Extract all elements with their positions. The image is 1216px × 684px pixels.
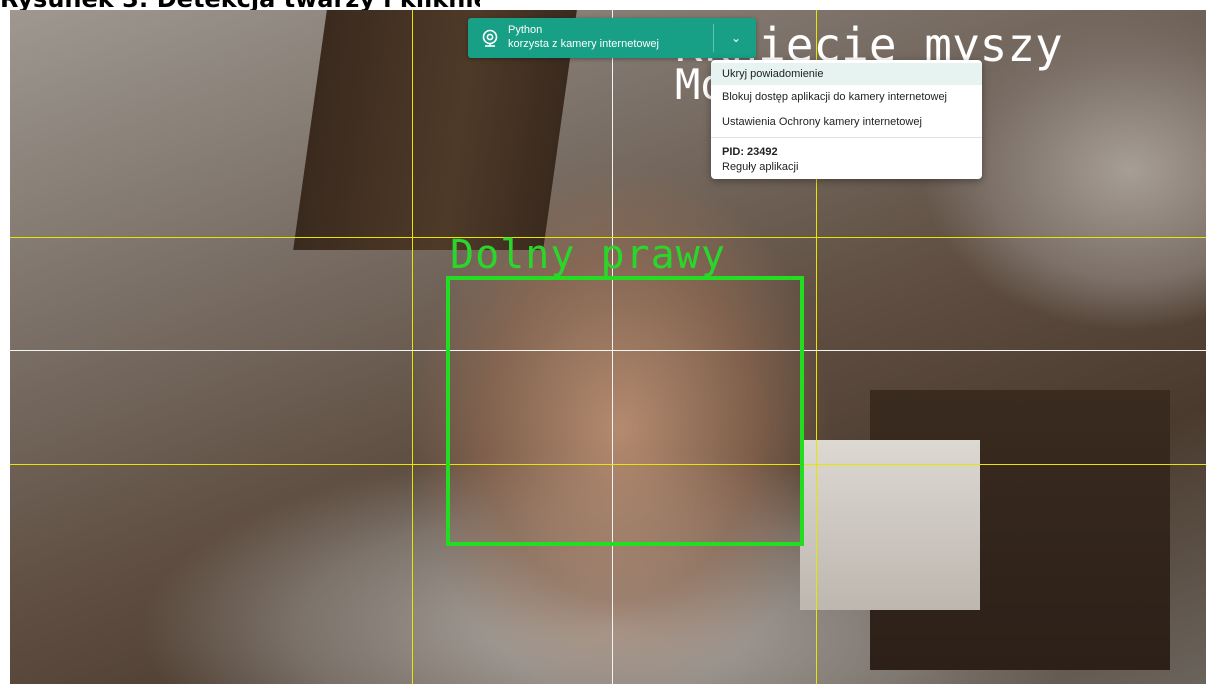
menu-item-hide-notification[interactable]: Ukryj powiadomienie bbox=[711, 63, 982, 85]
webcam-notification[interactable]: Python korzysta z kamery internetowej ⌄ bbox=[468, 18, 756, 58]
notification-message: korzysta z kamery internetowej bbox=[508, 38, 659, 50]
face-detection-box bbox=[446, 276, 804, 546]
notification-menu: Ukryj powiadomienie Blokuj dostęp aplika… bbox=[711, 60, 982, 179]
webcam-icon bbox=[482, 29, 498, 47]
webcam-feed: Dolny prawy Kkniecie myszy Mouse bbox=[10, 10, 1206, 684]
grid-line-vertical-left bbox=[412, 10, 413, 684]
notification-app-name: Python bbox=[508, 24, 543, 36]
process-id: PID: 23492 bbox=[722, 146, 778, 158]
menu-item-block-webcam[interactable]: Blokuj dostęp aplikacji do kamery intern… bbox=[711, 86, 982, 108]
menu-item-app-rules[interactable]: Reguły aplikacji bbox=[722, 161, 798, 173]
chevron-down-icon[interactable]: ⌄ bbox=[722, 26, 750, 50]
notification-divider bbox=[713, 24, 714, 52]
region-label: Dolny prawy bbox=[450, 232, 726, 278]
menu-separator bbox=[711, 137, 982, 138]
menu-item-webcam-settings[interactable]: Ustawienia Ochrony kamery internetowej bbox=[711, 111, 982, 133]
figure-caption: Rysunek 3: Detekcja twarzy i kliknięcie bbox=[0, 0, 480, 10]
background-window bbox=[800, 440, 980, 610]
